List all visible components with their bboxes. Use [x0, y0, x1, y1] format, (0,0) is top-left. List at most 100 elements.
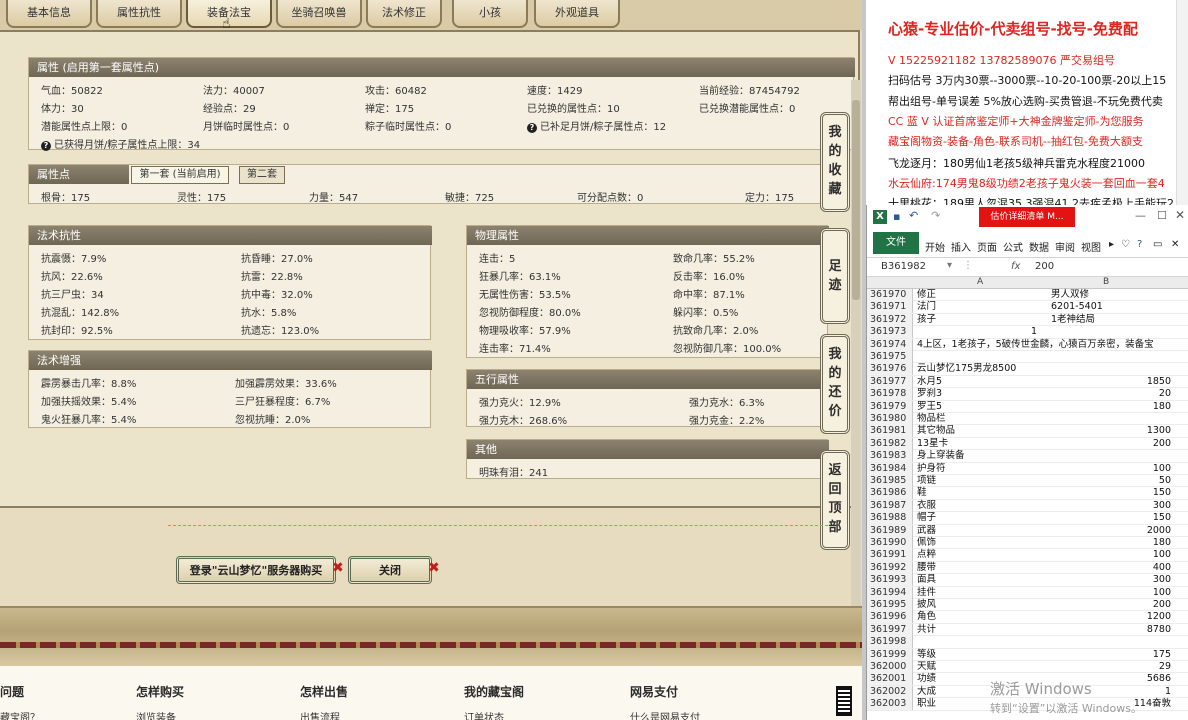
row-number[interactable]: 361978: [867, 388, 913, 401]
close-button[interactable]: 关闭: [348, 556, 432, 584]
maximize-icon[interactable]: ☐: [1157, 209, 1167, 222]
row-number[interactable]: 362003: [867, 698, 913, 711]
save-icon[interactable]: ▪: [893, 210, 900, 223]
table-row[interactable]: 361993 面具 300: [867, 574, 1188, 587]
row-number[interactable]: 361996: [867, 611, 913, 624]
cell-a[interactable]: 等级: [917, 649, 1047, 661]
table-row[interactable]: 361999 等级 175: [867, 648, 1188, 661]
tab-appearance[interactable]: 外观道具: [534, 0, 620, 28]
cell-b[interactable]: 29: [1051, 661, 1171, 673]
cell-a[interactable]: 修正: [917, 289, 1047, 301]
cell-b[interactable]: 100: [1051, 587, 1171, 599]
name-box[interactable]: B361982: [881, 261, 953, 272]
footer-link[interactable]: 什么是网易支付: [630, 709, 700, 720]
cell-b[interactable]: 400: [1051, 562, 1171, 574]
tab-attributes[interactable]: 属性抗性: [96, 0, 182, 28]
fx-icon[interactable]: fx: [1011, 261, 1020, 272]
cell-b[interactable]: 175: [1051, 649, 1171, 661]
cell-b[interactable]: 1: [1007, 326, 1037, 338]
notes-scrollbar[interactable]: [1176, 0, 1188, 205]
tab-insert[interactable]: 插入: [951, 239, 971, 254]
lightbulb-icon[interactable]: ♡: [1121, 239, 1130, 250]
cell-b[interactable]: 1200: [1051, 611, 1171, 623]
question-icon[interactable]: ?: [527, 123, 537, 133]
cell-b[interactable]: 1老神结局: [1051, 314, 1171, 326]
cell-a[interactable]: 物品栏: [917, 413, 1047, 425]
cell-b[interactable]: 6201-5401: [1051, 301, 1171, 313]
buy-on-server-button[interactable]: 登录"云山梦忆"服务器购买: [176, 556, 336, 584]
cell-a[interactable]: 天赋: [917, 661, 1047, 673]
footer-link[interactable]: 出售流程: [300, 709, 340, 720]
cell-a[interactable]: 点粹: [917, 549, 1047, 561]
close-icon[interactable]: ✕: [1175, 208, 1185, 222]
cell-b[interactable]: 20: [1051, 388, 1171, 400]
qr-code-icon[interactable]: [836, 686, 852, 716]
row-number[interactable]: 361980: [867, 413, 913, 425]
table-row[interactable]: 361987 衣服 300: [867, 499, 1188, 513]
table-row[interactable]: 361989 武器 2000: [867, 524, 1188, 537]
row-number[interactable]: 361974: [867, 338, 913, 351]
row-number[interactable]: 361993: [867, 574, 913, 587]
cell-b[interactable]: 200: [1051, 599, 1171, 611]
row-number[interactable]: 361984: [867, 462, 913, 475]
cell-a[interactable]: 护身符: [917, 463, 1047, 475]
question-icon[interactable]: ?: [41, 141, 51, 151]
row-number[interactable]: 361982: [867, 437, 913, 450]
row-number[interactable]: 362002: [867, 685, 913, 698]
table-row[interactable]: 361995 披风 200: [867, 599, 1188, 612]
minimize-icon[interactable]: —: [1135, 209, 1146, 222]
cell-a[interactable]: 衣服: [917, 500, 1047, 512]
ribbon-close-icon[interactable]: ✕: [1171, 239, 1179, 250]
row-number[interactable]: 361997: [867, 623, 913, 636]
cell-a[interactable]: 挂件: [917, 587, 1047, 599]
table-row[interactable]: 361997 共计 8780: [867, 623, 1188, 637]
table-row[interactable]: 361996 角色 1200: [867, 611, 1188, 624]
cell-b[interactable]: 300: [1051, 500, 1171, 512]
row-number[interactable]: 361990: [867, 537, 913, 549]
table-row[interactable]: 361994 挂件 100: [867, 586, 1188, 599]
cell-b[interactable]: 100: [1051, 463, 1171, 475]
ribbon-window-icon[interactable]: ▭: [1153, 239, 1162, 250]
cell-a[interactable]: 孩子: [917, 314, 1047, 326]
cell-b[interactable]: 180: [1051, 401, 1171, 413]
tab-spell-fix[interactable]: 法术修正: [366, 0, 442, 28]
cell-b[interactable]: 180: [1051, 537, 1171, 549]
tab-basic-info[interactable]: 基本信息: [6, 0, 92, 28]
cell-a[interactable]: 武器: [917, 525, 1047, 537]
cell-b[interactable]: 1300: [1051, 425, 1171, 437]
redo-icon[interactable]: ↷: [931, 209, 940, 222]
name-box-dropdown-icon[interactable]: ▾: [947, 260, 952, 271]
cell-b[interactable]: 100: [1051, 549, 1171, 561]
table-row[interactable]: 361976 云山梦忆175男龙8500: [867, 363, 1188, 376]
table-row[interactable]: 361992 腰带 400: [867, 561, 1188, 575]
cell-b[interactable]: 300: [1051, 574, 1171, 586]
cell-b[interactable]: 150: [1051, 487, 1171, 499]
cell-a[interactable]: 云山梦忆175男龙8500: [917, 363, 1047, 375]
row-number[interactable]: 361981: [867, 425, 913, 438]
table-row[interactable]: 361986 鞋 150: [867, 487, 1188, 500]
undo-icon[interactable]: ↶: [909, 209, 918, 222]
footer-link[interactable]: 藏宝阁？: [0, 709, 40, 720]
row-number[interactable]: 361979: [867, 400, 913, 413]
row-number[interactable]: 361985: [867, 475, 913, 487]
row-number[interactable]: 361989: [867, 524, 913, 537]
table-row[interactable]: 361980 物品栏: [867, 413, 1188, 426]
table-row[interactable]: 361978 罗刹3 20: [867, 388, 1188, 401]
row-number[interactable]: 361977: [867, 375, 913, 388]
cell-a[interactable]: 其它物品: [917, 425, 1047, 437]
help-icon[interactable]: ?: [1137, 239, 1142, 250]
cell-a[interactable]: 腰带: [917, 562, 1047, 574]
row-number[interactable]: 361986: [867, 487, 913, 500]
tab-point-set-2[interactable]: 第二套: [239, 166, 285, 184]
row-number[interactable]: 361973: [867, 326, 913, 339]
more-tabs-icon[interactable]: ▸: [1109, 239, 1114, 250]
table-row[interactable]: 361974 4上区，1老孩子，5破传世金麟，心猿百万亲密，装备宝: [867, 338, 1188, 351]
cell-a[interactable]: 水月5: [917, 376, 1047, 388]
table-row[interactable]: 362000 天赋 29: [867, 661, 1188, 674]
cell-b[interactable]: 50: [1051, 475, 1171, 487]
tab-mounts[interactable]: 坐骑召唤兽: [276, 0, 362, 28]
tab-point-set-1[interactable]: 第一套 (当前启用): [131, 166, 229, 184]
row-number[interactable]: 361975: [867, 351, 913, 363]
footer-link[interactable]: 浏览装备: [136, 709, 176, 720]
row-number[interactable]: 361999: [867, 648, 913, 661]
